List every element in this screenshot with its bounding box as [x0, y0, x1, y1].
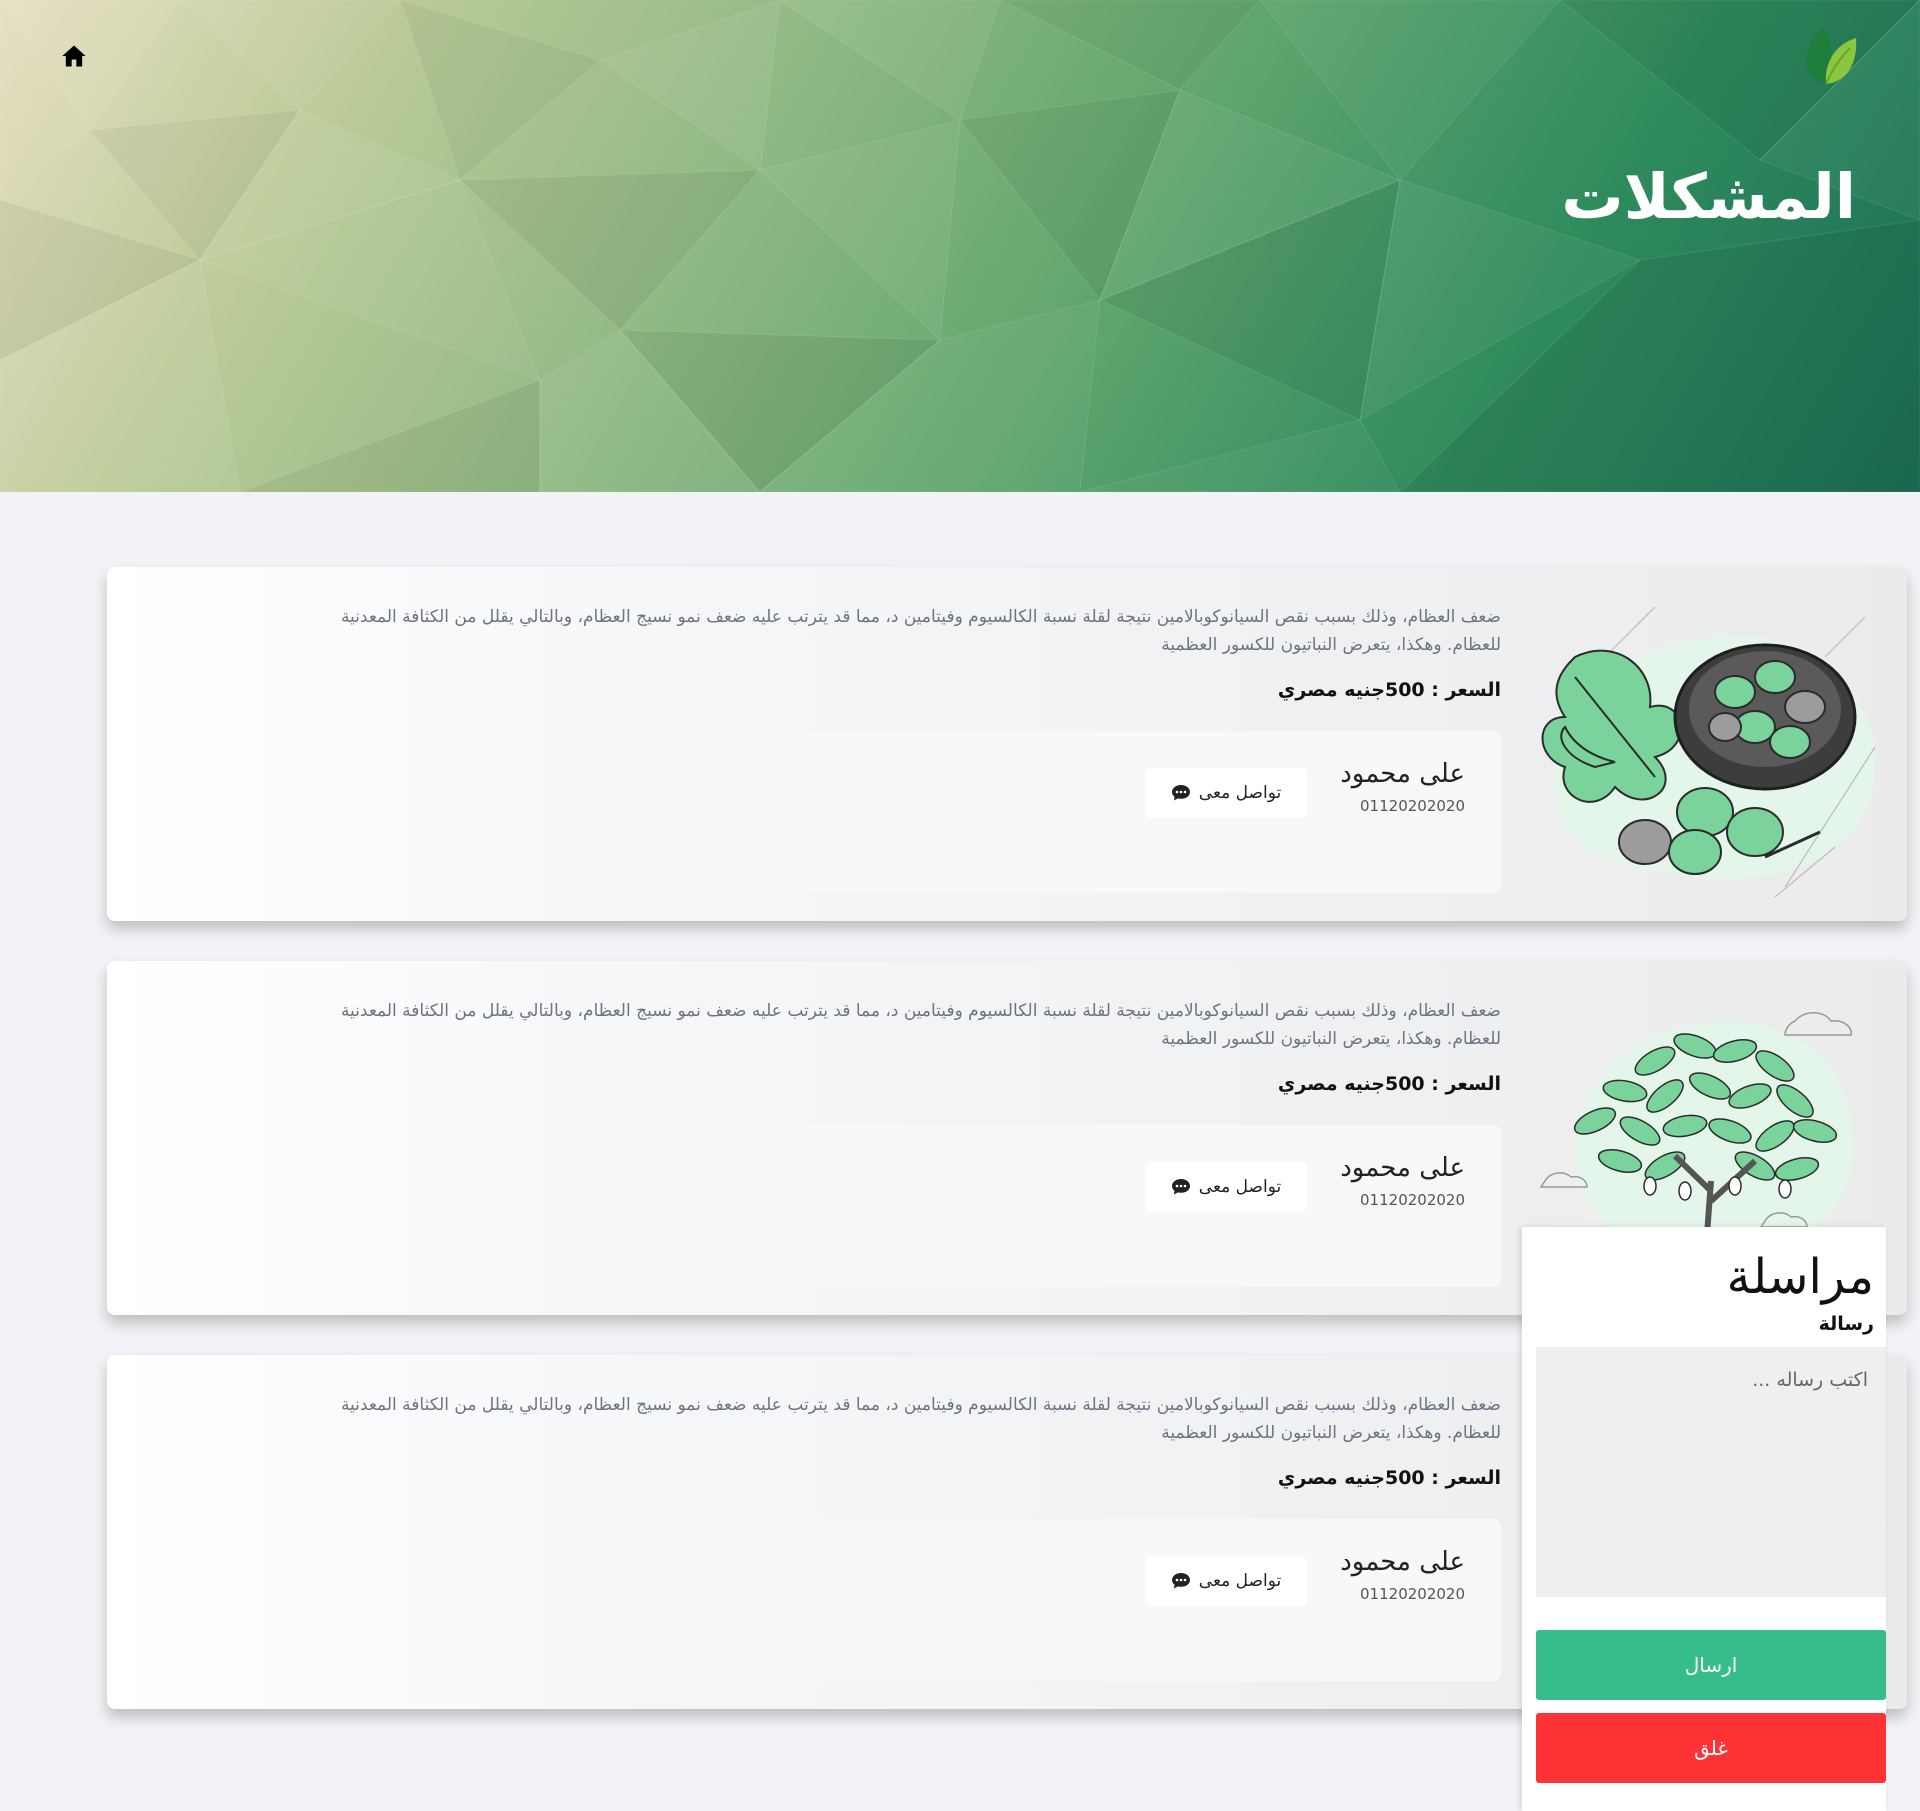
chat-bubble-icon	[1171, 1179, 1190, 1195]
seller-box: على محمود 01120202020 تواصل معى	[761, 731, 1501, 893]
contact-label: تواصل معى	[1198, 1177, 1282, 1197]
message-textarea[interactable]	[1536, 1347, 1886, 1597]
listing-price: السعر : 500جنيه مصري	[1277, 679, 1501, 701]
hero-banner: المشكلات	[0, 0, 1920, 492]
seller-name: على محمود	[1340, 1547, 1465, 1577]
seller-box: على محمود 01120202020 تواصل معى	[761, 1519, 1501, 1681]
home-icon[interactable]	[60, 42, 88, 70]
message-field-label: رسالة	[1818, 1313, 1874, 1335]
listing-card: ضعف العظام، وذلك بسبب نقص السيانوكوبالام…	[107, 567, 1907, 921]
acorn-bowl-illustration	[1541, 606, 1876, 897]
listing-description: ضعف العظام، وذلك بسبب نقص السيانوكوبالام…	[340, 1001, 1501, 1049]
seller-name: على محمود	[1340, 759, 1465, 789]
listing-price: السعر : 500جنيه مصري	[1277, 1467, 1501, 1489]
listing-description: ضعف العظام، وذلك بسبب نقص السيانوكوبالام…	[340, 607, 1501, 655]
seller-phone: 01120202020	[1360, 797, 1465, 815]
seller-phone: 01120202020	[1360, 1585, 1465, 1603]
contact-label: تواصل معى	[1198, 783, 1282, 803]
listing-description: ضعف العظام، وذلك بسبب نقص السيانوكوبالام…	[340, 1395, 1501, 1443]
message-panel: مراسلة رسالة ارسال غلق	[1522, 1227, 1886, 1811]
seller-box: على محمود 01120202020 تواصل معى	[761, 1125, 1501, 1287]
contact-me-button[interactable]: تواصل معى	[1145, 1556, 1307, 1606]
contact-me-button[interactable]: تواصل معى	[1145, 768, 1307, 818]
seller-phone: 01120202020	[1360, 1191, 1465, 1209]
send-button[interactable]: ارسال	[1536, 1630, 1886, 1700]
chat-bubble-icon	[1171, 785, 1190, 801]
close-button[interactable]: غلق	[1536, 1713, 1886, 1783]
contact-label: تواصل معى	[1198, 1571, 1282, 1591]
message-panel-title: مراسلة	[1726, 1249, 1874, 1305]
leaf-logo-icon	[1806, 26, 1857, 85]
low-poly-background	[0, 0, 1920, 492]
listing-price: السعر : 500جنيه مصري	[1277, 1073, 1501, 1095]
seller-name: على محمود	[1340, 1153, 1465, 1183]
page-title: المشكلات	[1561, 160, 1856, 233]
chat-bubble-icon	[1171, 1573, 1190, 1589]
contact-me-button[interactable]: تواصل معى	[1145, 1162, 1307, 1212]
